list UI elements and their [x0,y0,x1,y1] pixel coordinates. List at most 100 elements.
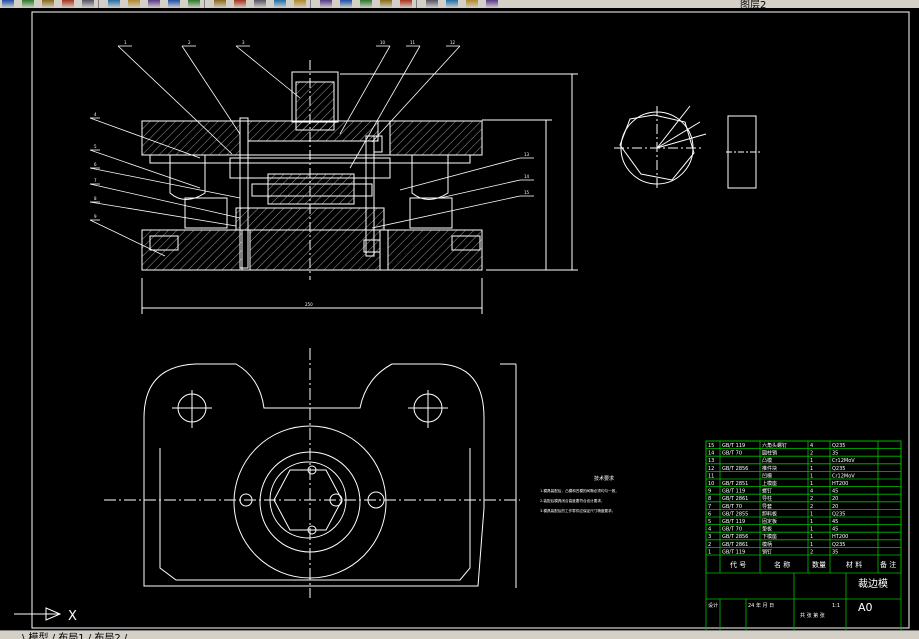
bom-cell: 2 [810,504,813,510]
bom-cell: 4 [708,527,711,533]
bom-cell: 上模座 [762,480,777,487]
zoom-window-icon[interactable] [274,0,286,8]
print-icon[interactable] [42,0,54,8]
toolbar-separator [416,0,417,8]
publish-icon[interactable] [82,0,94,8]
markup-icon[interactable] [400,0,412,8]
bom-cell: 11 [708,473,714,479]
bom-cell: Cr12MoV [832,473,855,479]
undo-icon[interactable] [188,0,200,8]
pan-icon[interactable] [234,0,246,8]
dimension-label: 250 [305,302,313,307]
bom-cell: GB/T 70 [722,504,742,510]
bom-cell: 45 [832,489,838,495]
drawing-title: 裁边模 [858,577,888,590]
calculator-icon[interactable] [426,0,438,8]
sheet-count-label: 共 张 第 张 [800,612,825,619]
toolbar-separator [204,0,205,8]
bom-cell: 1 [810,473,813,479]
bom-cell: 12 [708,466,714,472]
bom-cell: HT200 [832,481,848,487]
bom-cell: 1 [810,519,813,525]
part-balloon: 15 [524,190,530,195]
bom-cell: 1 [708,549,711,555]
tool-palette-icon[interactable] [360,0,372,8]
bom-cell: GB/T 70 [722,451,742,457]
drawing-canvas[interactable]: 250 技术要求 1.模具装配后，凸模和凹模的间隙必须均匀一致， 2.装配后模具… [0,8,919,630]
notes-line-3: 3.模具装配后的工作零件应保证尺寸精度要求。 [540,508,615,513]
bom-cell: GB/T 119 [722,489,745,495]
part-balloon: 14 [524,174,530,179]
sheet-set-icon[interactable] [380,0,392,8]
bom-cell: 10 [708,481,714,487]
bom-header-material: 材 料 [846,560,862,569]
bom-cell: 2 [810,549,813,555]
bom-cell: 5 [708,519,711,525]
bom-cell: 垫板 [762,526,772,533]
layer-state-icon[interactable] [486,0,498,8]
copy-icon[interactable] [128,0,140,8]
bom-header-remark: 备 注 [880,560,896,569]
paste-icon[interactable] [148,0,160,8]
bom-cell: 4 [810,489,813,495]
bom-cell: 2 [810,451,813,457]
bom-cell: Q235 [832,466,845,472]
redo-icon[interactable] [214,0,226,8]
bom-cell: 1 [810,458,813,464]
bom-cell: 固定板 [762,518,777,525]
bom-cell: GB/T 2861 [722,542,748,548]
notes-title: 技术要求 [594,475,614,482]
bom-cell: 45 [832,527,838,533]
scale-label: 1:1 [832,603,840,609]
help-icon[interactable] [446,0,458,8]
bom-cell: 7 [708,504,711,510]
bom-cell: HT200 [832,534,848,540]
designer-label: 设计 [708,602,718,609]
bom-cell: 凸模 [762,457,772,464]
bom-cell: GB/T 2851 [722,481,748,487]
bom-cell: GB/T 119 [722,549,745,555]
bom-cell: 13 [708,458,714,464]
properties-icon[interactable] [320,0,332,8]
zoom-realtime-icon[interactable] [254,0,266,8]
part-balloon: 13 [524,152,530,157]
part-balloon: 12 [450,40,456,45]
date-label: 24 年 月 日 [748,602,774,609]
bom-header-code: 代 号 [730,560,746,569]
notes-line-1: 1.模具装配后，凸模和凹模的间隙必须均匀一致， [540,488,619,493]
cut-icon[interactable] [108,0,120,8]
layer-manager-icon[interactable] [466,0,478,8]
new-icon[interactable] [2,0,14,8]
bom-header-name: 名 称 [774,560,790,569]
toolbar-separator [98,0,99,8]
bom-cell: 35 [832,451,838,457]
bom-cell: 14 [708,451,714,457]
bom-cell: 六角头螺钉 [762,442,787,449]
bom-cell: 下模座 [762,533,777,540]
bom-cell: 导柱 [762,495,772,502]
bom-cell: GB/T 2856 [722,534,748,540]
notes-line-2: 2.装配后模具闭合高度要符合设计要求， [540,498,605,503]
bom-cell: 6 [708,511,711,517]
bom-cell: 1 [810,466,813,472]
bom-cell: 2 [708,542,711,548]
bom-cell: 凹模 [762,472,772,479]
design-center-icon[interactable] [340,0,352,8]
preview-icon[interactable] [62,0,74,8]
bom-cell: 卸料板 [762,510,777,517]
zoom-previous-icon[interactable] [294,0,306,8]
bom-cell: 20 [832,496,838,502]
bom-cell: GB/T 2861 [722,496,748,502]
bom-cell: 销钉 [762,548,772,555]
bom-cell: 45 [832,519,838,525]
save-icon[interactable] [22,0,34,8]
bom-cell: 3 [708,534,711,540]
match-icon[interactable] [168,0,180,8]
axis-x-label: X [68,609,77,624]
sheet-size: A0 [858,601,873,614]
bom-cell: 导套 [762,503,772,510]
bom-cell: Q235 [832,542,845,548]
bom-cell: 圆柱销 [762,450,777,457]
bom-cell: 1 [810,534,813,540]
bom-cell: 20 [832,504,838,510]
